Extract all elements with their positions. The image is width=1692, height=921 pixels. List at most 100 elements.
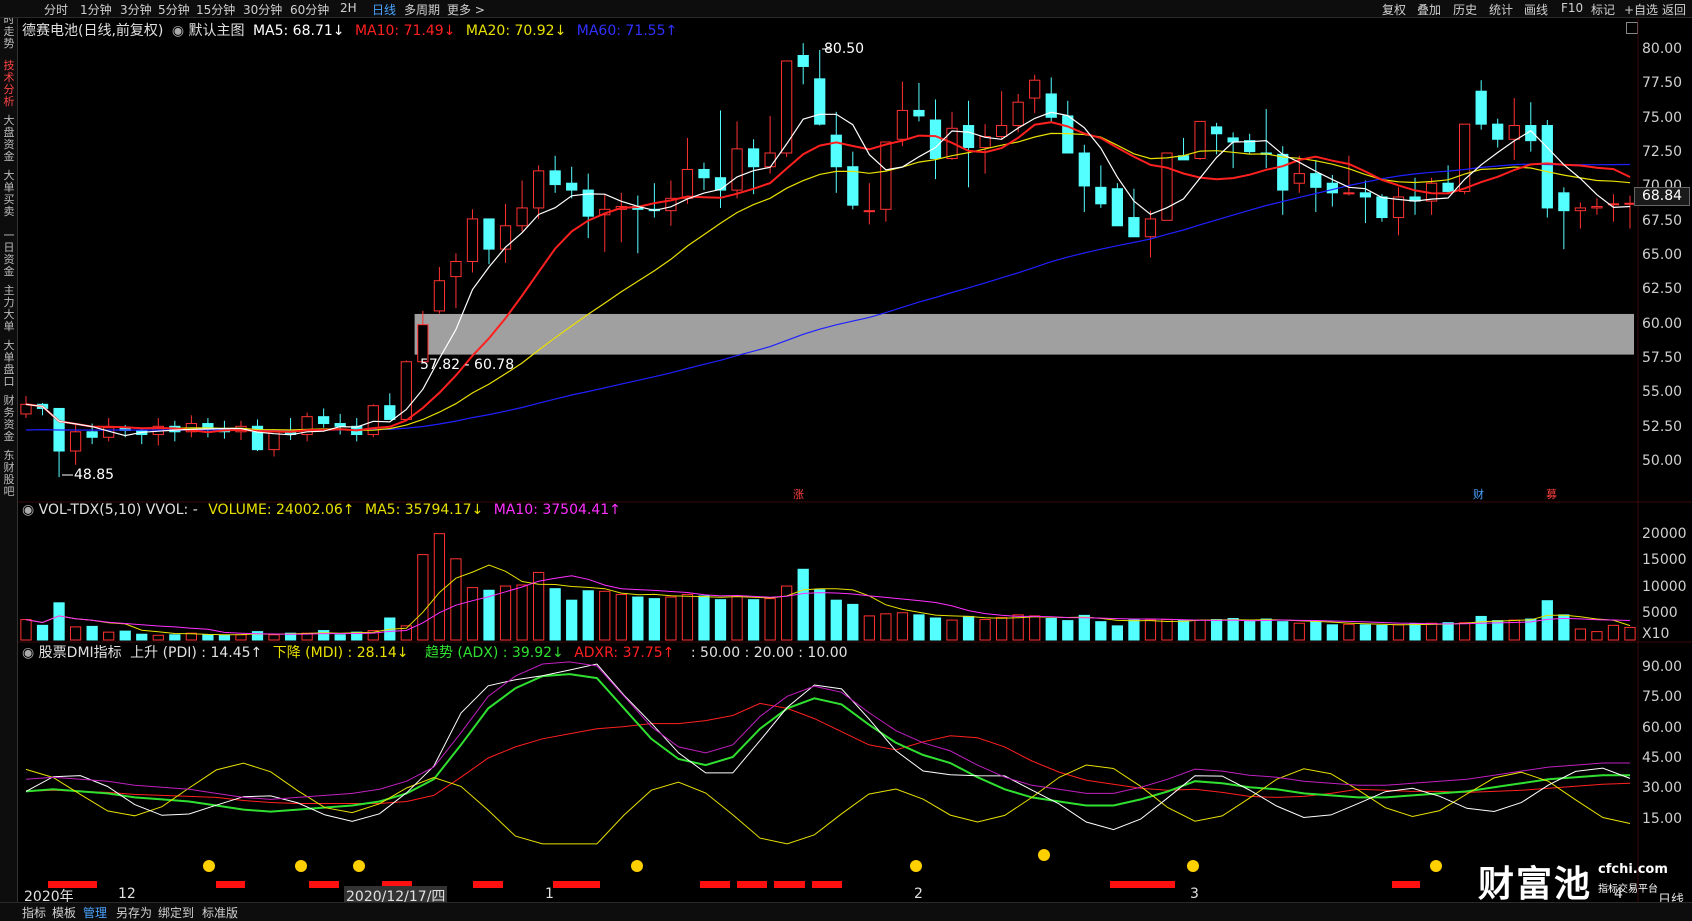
dmi-tick-label: 45.00 [1642, 750, 1683, 766]
candle [301, 412, 313, 442]
volume-bar [1244, 620, 1256, 641]
candle [516, 180, 528, 232]
bottom-tab-indicator[interactable]: 指标 [22, 904, 46, 921]
candle [896, 81, 909, 147]
volume-bar [1459, 622, 1471, 641]
signal-bar [812, 881, 842, 888]
bottom-tab-bind[interactable]: 绑定到 [158, 904, 194, 921]
volume-bar [1177, 620, 1190, 641]
candle [665, 180, 677, 226]
collapse-icon[interactable]: ◉ [22, 502, 34, 518]
date-label: 12 [118, 886, 136, 902]
candle [830, 111, 842, 193]
marker-zhai[interactable]: 募 [1546, 486, 1557, 502]
signal-bar [737, 881, 767, 888]
volume-tick-label: 10000 [1642, 578, 1687, 595]
dmi-tick-label: 60.00 [1642, 719, 1683, 736]
candle [1111, 183, 1124, 227]
volume-bar [1111, 625, 1124, 641]
volume-bar [764, 598, 776, 641]
volume-bar [1359, 624, 1372, 641]
vol-ma5: MA5: 35794.17↓ [365, 502, 484, 518]
candle [962, 100, 975, 188]
volume-bar [1045, 618, 1057, 641]
candle [1591, 198, 1603, 215]
candle [1508, 98, 1520, 160]
volume-bar [1260, 618, 1272, 641]
volume-bar [499, 585, 512, 641]
watermark-site: cfchi.com [1598, 862, 1668, 877]
smiley-icon [203, 860, 215, 872]
collapse-icon[interactable]: ◉ [22, 645, 34, 661]
smiley-icon [1038, 849, 1050, 861]
volume-bar [1591, 631, 1603, 641]
vol-name[interactable]: VOL-TDX(5,10) VVOL: - [39, 502, 198, 518]
candle [1425, 177, 1438, 215]
volume-bar [516, 584, 528, 641]
price-tick-label: 60.00 [1642, 315, 1683, 332]
candle [847, 151, 859, 210]
candle [1574, 202, 1587, 229]
volume-bar [797, 568, 809, 641]
volume-bar [86, 625, 98, 641]
volume-bar [1326, 624, 1338, 641]
smiley-icon [1430, 860, 1442, 872]
dmi-adxr: ADXR: 37.75↑ [574, 645, 675, 661]
candle [532, 165, 545, 219]
candle [1244, 133, 1256, 155]
ma5-line [25, 111, 1631, 437]
volume-bar [433, 533, 446, 641]
candle [20, 396, 32, 419]
candle [1260, 109, 1272, 169]
bottom-tab-saveas[interactable]: 另存为 [116, 904, 152, 921]
bottom-tab-standard[interactable]: 标准版 [202, 904, 238, 921]
volume-bar [36, 624, 49, 641]
volume-bar [202, 634, 214, 641]
volume-bar [103, 631, 115, 641]
price-tick-label: 80.00 [1642, 41, 1683, 57]
volume-bar [946, 619, 958, 641]
volume-tick-label: 15000 [1642, 552, 1687, 569]
marker-zhang[interactable]: 涨 [793, 486, 804, 502]
volume-bar [1392, 624, 1405, 641]
volume-bar [268, 634, 280, 641]
candle [797, 43, 809, 85]
volume-bar [69, 626, 82, 641]
candle [1144, 210, 1157, 258]
candle [483, 218, 495, 265]
marker-cai[interactable]: 财 [1473, 486, 1484, 502]
watermark-brand: 财富池 [1478, 864, 1593, 905]
candle [681, 137, 694, 204]
candle [450, 253, 462, 309]
volume-bar [648, 598, 660, 641]
volume-bar [1425, 622, 1438, 641]
watermark-slogan: 指标交易平台 [1598, 884, 1658, 895]
bottom-tab-manage[interactable]: 管理 [83, 904, 107, 921]
candle [136, 429, 148, 445]
bottom-tab-template[interactable]: 模板 [52, 904, 76, 921]
date-label: 1 [545, 886, 554, 902]
kline-chart [18, 18, 1692, 902]
volume-bar [1607, 624, 1620, 641]
volume-bar [1409, 623, 1421, 641]
candle [1029, 74, 1041, 114]
volume-bar [962, 615, 975, 641]
volume-bar [781, 585, 793, 641]
price-tick-label: 57.50 [1642, 350, 1683, 366]
date-label: 3 [1190, 886, 1199, 902]
dmi-name[interactable]: 股票DMI指标 [39, 645, 122, 661]
volume-bar [1293, 622, 1305, 641]
smiley-icon [631, 860, 643, 872]
volume-bar [681, 593, 694, 641]
price-tick-label: 65.00 [1642, 247, 1683, 263]
candle [698, 162, 710, 191]
candle [185, 415, 197, 438]
mdi-line [25, 762, 1631, 845]
volume-bar [466, 587, 479, 641]
volume-bar [1376, 624, 1388, 641]
ma10-line [25, 121, 1631, 434]
candle [1343, 155, 1355, 196]
volume-bar [1624, 626, 1636, 641]
current-price-tag: 68.84 [1634, 187, 1690, 206]
price-tick-label: 55.00 [1642, 384, 1683, 401]
